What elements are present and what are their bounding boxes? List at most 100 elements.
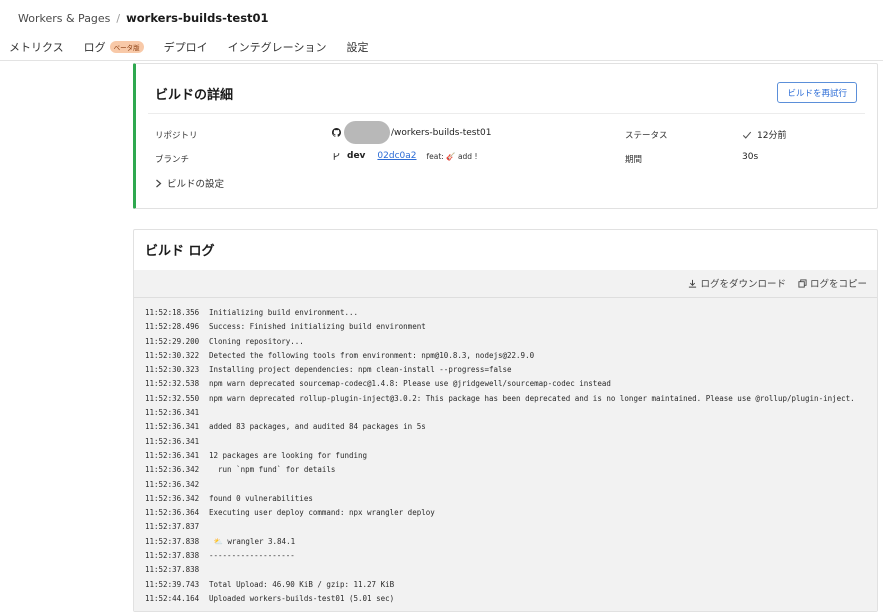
breadcrumb-parent[interactable]: Workers & Pages: [18, 12, 110, 25]
log-line: 11:52:36.341 added 83 packages, and audit…: [145, 420, 855, 434]
log-message: run `npm fund` for details: [209, 465, 336, 475]
tab-bar: メトリクス ログ ベータ版 デプロイ インテグレーション 設定: [9, 39, 388, 55]
repository-name: /workers-builds-test01: [391, 127, 492, 138]
log-timestamp: 11:52:36.364: [145, 508, 200, 518]
build-log-title: ビルド ログ: [145, 244, 215, 259]
download-log-label: ログをダウンロード: [700, 279, 786, 290]
branch-value: dev 02dc0a2 feat: 🎸 add !: [332, 151, 477, 161]
log-line: 11:52:37.837: [145, 520, 855, 534]
tab-label: ログ: [83, 41, 106, 54]
copy-log-label: ログをコピー: [809, 279, 867, 290]
commit-message: feat: 🎸 add !: [426, 151, 478, 161]
status-label: ステータス: [625, 131, 668, 141]
log-line: 11:52:37.838 -------------------: [145, 549, 855, 563]
log-line: 11:52:28.496 Success: Finished initializi…: [145, 320, 855, 334]
log-line: 11:52:36.342 found 0 vulnerabilities: [145, 492, 855, 506]
tab-label: インテグレーション: [227, 41, 327, 54]
log-message: npm warn deprecated rollup-plugin-inject…: [209, 393, 855, 403]
log-timestamp: 11:52:18.356: [145, 308, 200, 317]
branch-name: dev: [347, 151, 366, 161]
log-line: 11:52:36.364 Executing user deploy comman…: [145, 506, 855, 520]
log-timestamp: 11:52:29.200: [145, 336, 200, 346]
log-line: 11:52:44.164 Uploaded workers-builds-test…: [145, 592, 855, 606]
breadcrumb-current: workers-builds-test01: [126, 11, 269, 25]
branch-icon: [333, 152, 340, 160]
copy-log-button[interactable]: ログをコピー: [798, 276, 867, 290]
commit-link[interactable]: 02dc0a2: [377, 151, 416, 161]
log-line: 11:52:36.341: [145, 406, 855, 420]
build-details-title: ビルドの詳細: [155, 88, 234, 103]
download-log-button[interactable]: ログをダウンロード: [688, 276, 786, 290]
repository-value[interactable]: /workers-builds-test01: [332, 121, 491, 144]
duration-label: 期間: [625, 155, 643, 165]
log-line: 11:52:32.538 npm warn deprecated sourcema…: [145, 377, 855, 391]
log-line: 11:52:36.342 run `npm fund` for details: [145, 463, 855, 477]
github-icon: [332, 128, 341, 137]
log-area[interactable]: ログをダウンロード ログをコピー 11:52:18.356 Initializin…: [134, 270, 877, 611]
build-settings-toggle[interactable]: ビルドの設定: [155, 176, 224, 190]
log-line: 11:52:29.200 Cloning repository...: [145, 335, 855, 349]
log-line: 11:52:30.322 Detected the following tools…: [145, 349, 855, 363]
tab-label: 設定: [346, 41, 369, 54]
log-timestamp: 11:52:36.342: [145, 479, 200, 489]
download-icon: [689, 279, 697, 288]
log-line: 11:52:36.342: [145, 478, 855, 492]
log-message: ⛅️ wrangler 3.84.1: [209, 536, 296, 546]
tab-logs[interactable]: ログ ベータ版: [84, 39, 144, 55]
log-timestamp: 11:52:36.342: [145, 493, 200, 503]
status-value: 12分前: [742, 128, 786, 141]
retry-build-button[interactable]: ビルドを再試行: [777, 82, 857, 103]
log-timestamp: 11:52:30.323: [145, 365, 200, 375]
log-timestamp: 11:52:37.838: [145, 565, 200, 575]
log-line: 11:52:37.838: [145, 563, 855, 577]
tab-settings[interactable]: 設定: [346, 39, 368, 55]
log-message: Cloning repository...: [209, 336, 304, 346]
log-timestamp: 11:52:28.496: [145, 322, 200, 332]
log-message: found 0 vulnerabilities: [209, 493, 313, 503]
build-log-card: ビルド ログ ログをダウンロード ログをコピー 11:52:18.356 Init…: [133, 229, 878, 612]
log-message: Initializing build environment...: [209, 308, 359, 317]
tab-deployments[interactable]: デプロイ: [164, 39, 208, 55]
log-message: Executing user deploy command: npx wrang…: [209, 508, 435, 518]
log-line: 11:52:32.550 npm warn deprecated rollup-p…: [145, 392, 855, 406]
log-line: 11:52:39.743 Total Upload: 46.90 KiB / gz…: [145, 578, 855, 592]
log-timestamp: 11:52:32.550: [145, 393, 200, 403]
tab-label: メトリクス: [9, 41, 64, 54]
duration-value: 30s: [742, 152, 759, 162]
log-timestamp: 11:52:37.837: [145, 522, 200, 532]
log-message: Uploaded workers-builds-test01 (5.01 sec…: [209, 593, 395, 603]
log-timestamp: 11:52:32.538: [145, 379, 200, 389]
blurred-owner: [344, 121, 390, 144]
log-timestamp: 11:52:36.341: [145, 436, 200, 446]
tab-integrations[interactable]: インテグレーション: [228, 39, 327, 55]
log-toolbar: ログをダウンロード ログをコピー: [688, 276, 867, 290]
repository-label: リポジトリ: [155, 131, 198, 141]
build-details-card: ビルドの詳細 ビルドを再試行 リポジトリ /workers-builds-tes…: [133, 63, 878, 209]
log-line: 11:52:18.356 Initializing build environme…: [145, 306, 855, 320]
branch-label: ブランチ: [155, 155, 190, 165]
log-timestamp: 11:52:36.341: [145, 422, 200, 432]
build-settings-label: ビルドの設定: [167, 179, 225, 190]
chevron-right-icon: [156, 179, 162, 187]
log-line: 11:52:36.341: [145, 435, 855, 449]
copy-icon: [798, 278, 807, 288]
log-message: Success: Finished initializing build env…: [209, 322, 426, 332]
log-timestamp: 11:52:37.838: [145, 536, 200, 546]
tab-label: デプロイ: [163, 41, 208, 54]
breadcrumb: Workers & Pages / workers-builds-test01: [18, 11, 269, 25]
beta-badge: ベータ版: [109, 41, 144, 53]
breadcrumb-separator: /: [116, 11, 121, 25]
log-message: npm warn deprecated sourcemap-codec@1.4.…: [209, 379, 611, 389]
log-message: 12 packages are looking for funding: [209, 450, 368, 460]
log-divider: [134, 297, 877, 298]
log-message: Installing project dependencies: npm cle…: [209, 365, 512, 375]
log-message: -------------------: [209, 551, 295, 561]
log-message: Detected the following tools from enviro…: [209, 350, 535, 360]
log-line: 11:52:36.341 12 packages are looking for …: [145, 449, 855, 463]
check-icon: [742, 131, 752, 139]
status-text: 12分前: [757, 131, 787, 141]
log-line: 11:52:37.838 ⛅️ wrangler 3.84.1: [145, 535, 855, 549]
tab-metrics[interactable]: メトリクス: [9, 39, 64, 55]
log-timestamp: 11:52:36.341: [145, 450, 200, 460]
log-line: 11:52:30.323 Installing project dependenc…: [145, 363, 855, 377]
